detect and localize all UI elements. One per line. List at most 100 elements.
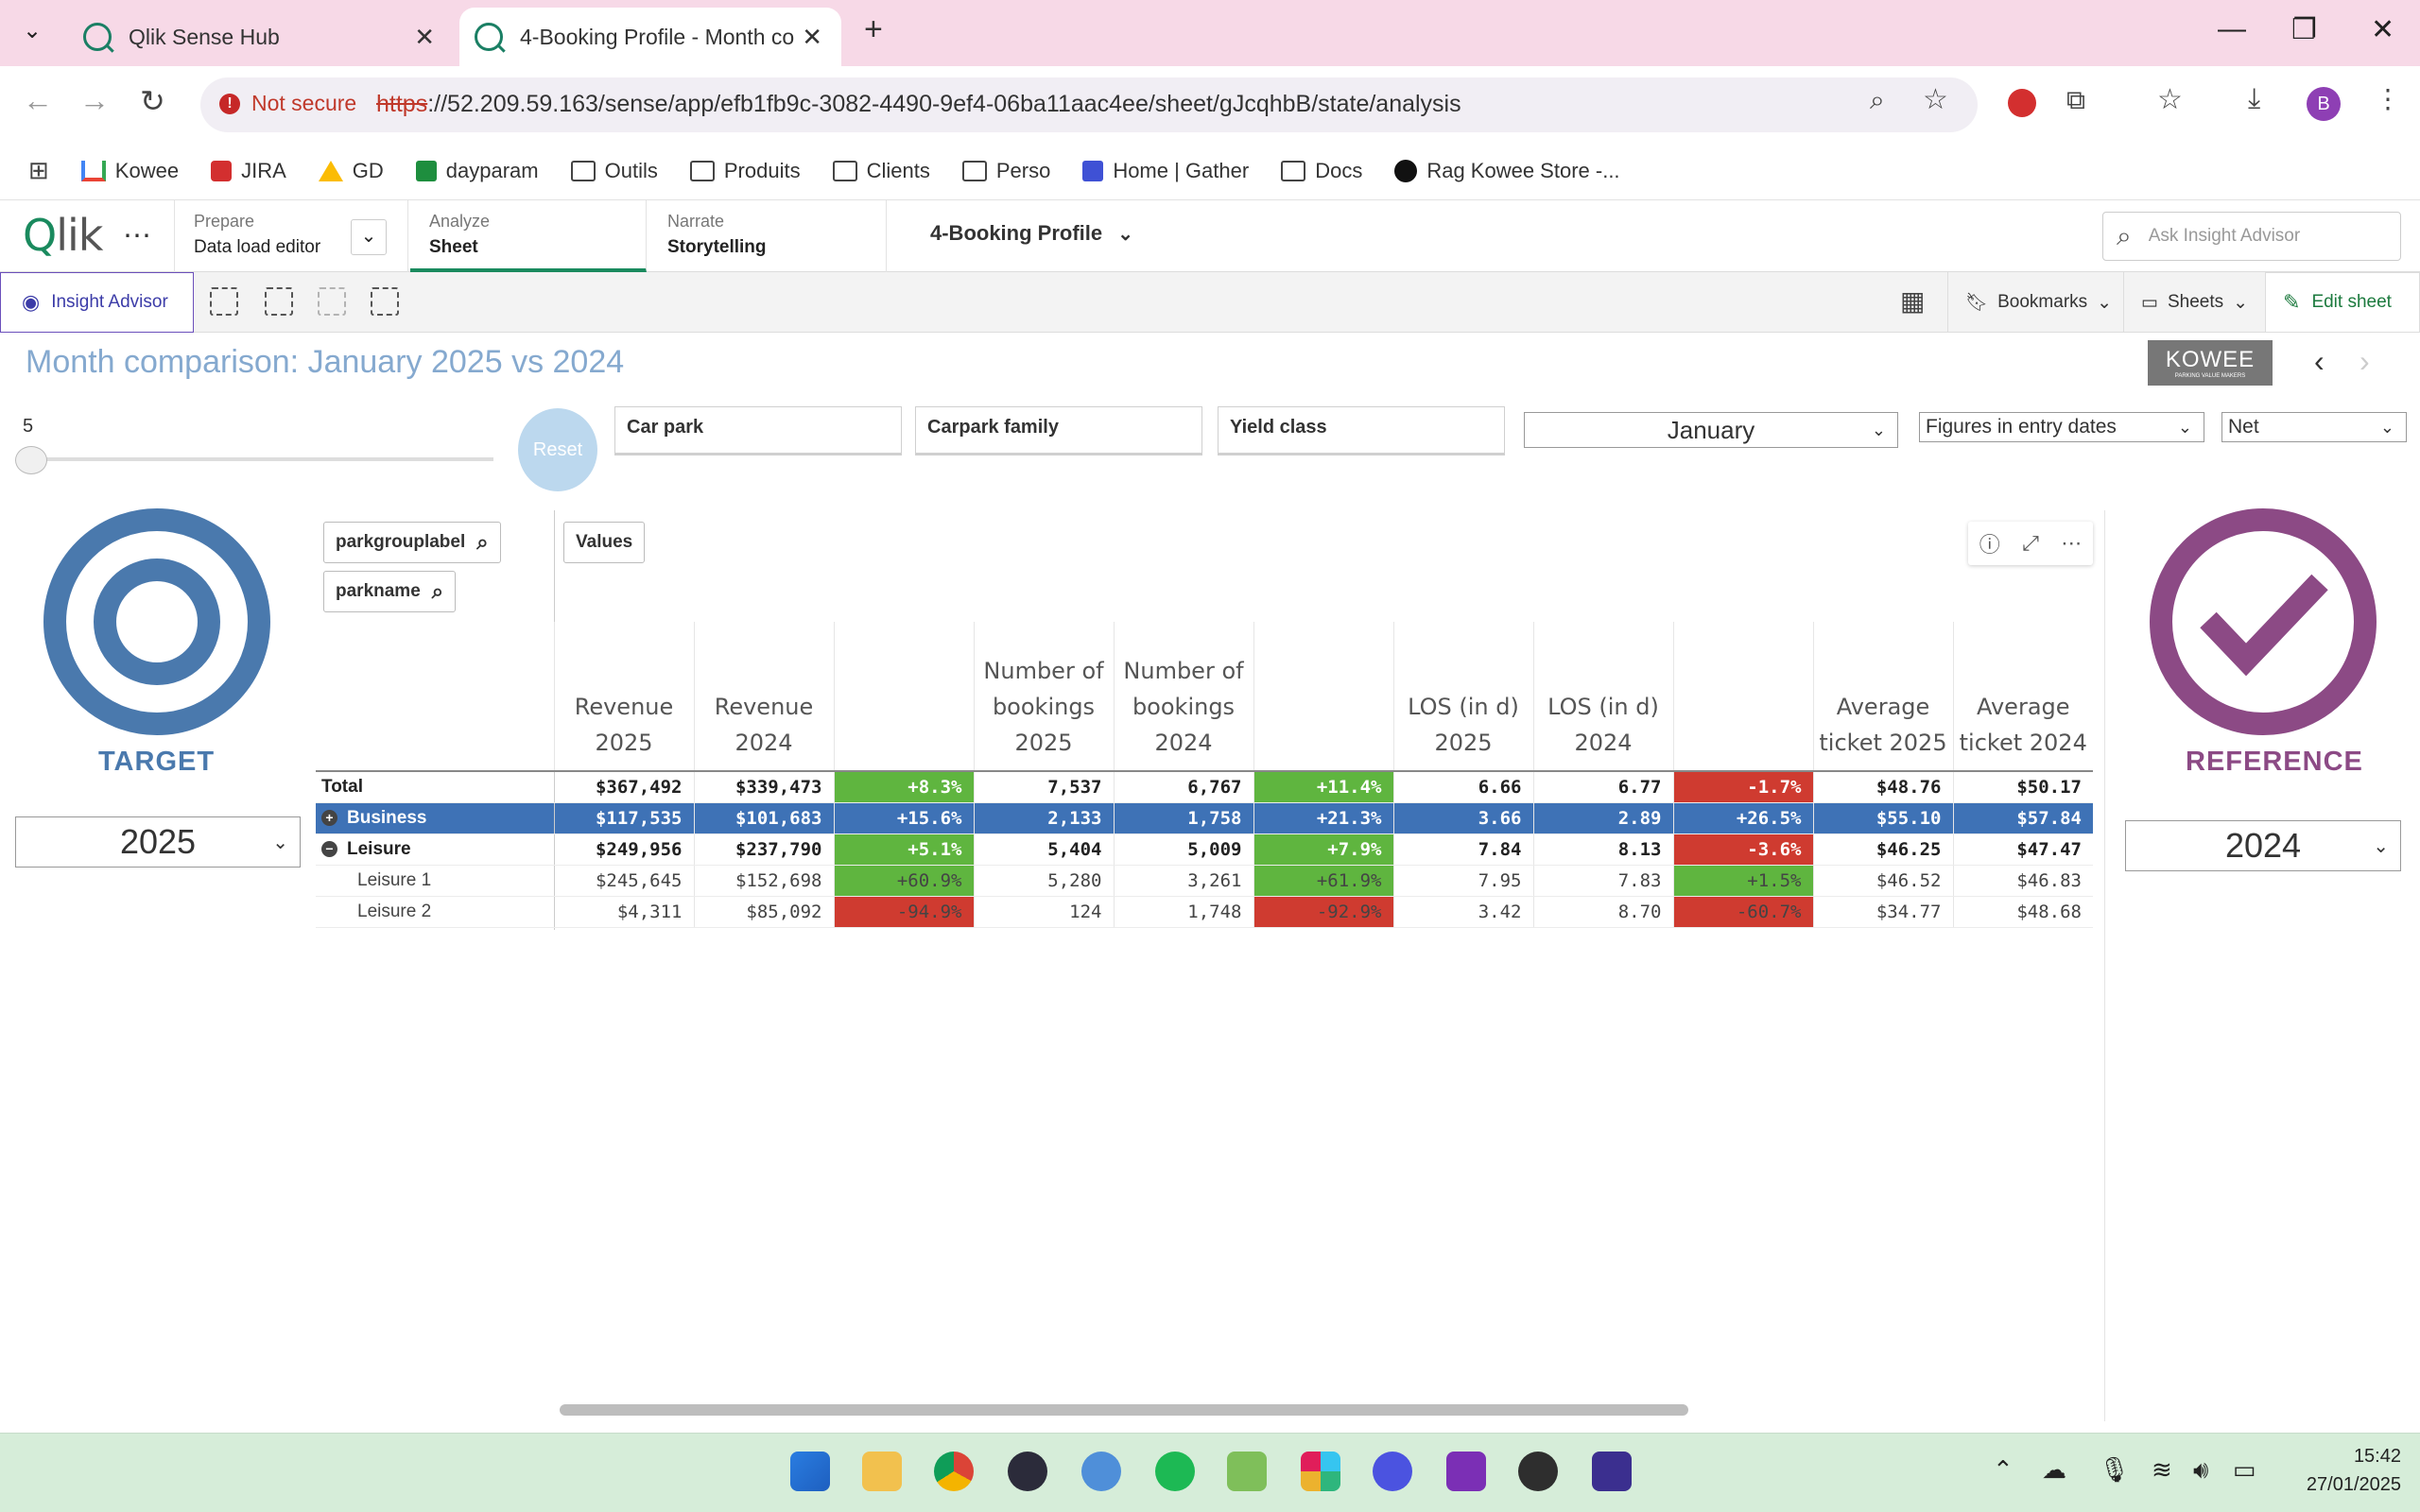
bookmark-outils[interactable]: Outils (570, 159, 658, 183)
bookmark-home-gather[interactable]: Home | Gather (1082, 159, 1249, 183)
collapse-icon[interactable]: − (321, 840, 337, 857)
clear-selections-icon[interactable] (371, 287, 399, 316)
slack-icon[interactable] (1301, 1452, 1340, 1491)
tab-booking-profile[interactable]: 4-Booking Profile - Month comp ✕ (459, 8, 841, 66)
back-icon[interactable]: ← (23, 83, 53, 118)
month-dropdown[interactable]: January ⌄ (1524, 412, 1898, 448)
extensions-icon[interactable]: ⧉ (2066, 85, 2085, 116)
edit-sheet-button[interactable]: ✎ Edit sheet (2265, 272, 2420, 333)
column-header[interactable]: Revenue 2025 (553, 622, 694, 771)
sheets-button[interactable]: ▭ Sheets ⌄ (2123, 272, 2265, 333)
app-icon[interactable] (1518, 1452, 1558, 1491)
browser-app-icon[interactable] (1081, 1452, 1121, 1491)
filter-car-park[interactable]: Car park (614, 406, 902, 455)
paint-icon[interactable] (1227, 1452, 1267, 1491)
menu-kebab-icon[interactable]: ⋮ (2375, 83, 2401, 114)
table-row[interactable]: Total $367,492 $339,473 +8.3% 7,537 6,767 +11.… (316, 770, 2093, 803)
profile-avatar[interactable]: B (2307, 87, 2341, 121)
battery-icon[interactable]: ▭ (2233, 1455, 2256, 1485)
slider-handle[interactable] (15, 446, 47, 474)
filter-yield-class[interactable]: Yield class (1218, 406, 1505, 455)
minimize-icon[interactable]: — (2218, 13, 2246, 45)
app-icon[interactable] (1592, 1452, 1632, 1491)
tab-search-chevron-icon[interactable]: ⌄ (23, 17, 42, 44)
spotify-icon[interactable] (1155, 1452, 1195, 1491)
url-text[interactable]: https://52.209.59.163/sense/app/efb1fb9c… (376, 91, 1461, 118)
more-options-icon[interactable]: ⋯ (2061, 531, 2082, 556)
onenote-icon[interactable] (1446, 1452, 1486, 1491)
ask-insight-advisor-input[interactable]: ⌕ Ask Insight Advisor (2102, 212, 2401, 261)
security-indicator[interactable]: ! Not secure (219, 91, 356, 116)
column-header[interactable]: Number of bookings 2024 (1113, 622, 1253, 771)
apps-grid-icon[interactable]: ⊞ (28, 156, 49, 185)
tab-qlik-sense-hub[interactable]: Qlik Sense Hub ✕ (57, 8, 454, 66)
filter-carpark-family[interactable]: Carpark family (915, 406, 1202, 455)
net-dropdown[interactable]: Net ⌄ (2221, 412, 2407, 442)
microphone-icon[interactable]: 🎙︎ (2099, 1455, 2130, 1485)
grid-view-icon[interactable]: ▦ (1900, 285, 1925, 317)
bookmark-kowee[interactable]: Kowee (80, 159, 179, 183)
tray-chevron-icon[interactable]: ⌃ (1993, 1455, 2014, 1485)
column-header[interactable] (833, 622, 974, 771)
expand-icon[interactable]: ⤢ (2022, 531, 2039, 556)
table-row[interactable]: + Business $117,535 $101,683 +15.6% 2,133 1,75… (316, 802, 2093, 834)
target-year-dropdown[interactable]: 2025 ⌄ (15, 816, 301, 868)
windows-start-icon[interactable] (790, 1452, 830, 1491)
column-header[interactable]: Number of bookings 2025 (973, 622, 1114, 771)
figures-dropdown[interactable]: Figures in entry dates ⌄ (1919, 412, 2204, 442)
download-icon[interactable]: ⤓ (2248, 83, 2260, 115)
chevron-down-icon[interactable]: ⌄ (351, 219, 387, 255)
forward-icon[interactable]: → (79, 83, 110, 118)
app-icon[interactable] (1373, 1452, 1412, 1491)
file-explorer-icon[interactable] (862, 1452, 902, 1491)
bookmark-perso[interactable]: Perso (961, 159, 1050, 183)
column-header[interactable]: Revenue 2024 (693, 622, 834, 771)
wifi-icon[interactable]: ≋ (2152, 1455, 2172, 1485)
nav-prepare[interactable]: Prepare Data load editor ⌄ (174, 200, 408, 272)
bookmarks-button[interactable]: 🔖︎ Bookmarks ⌄ (1947, 272, 2123, 333)
qlik-logo[interactable]: Qlik (23, 210, 103, 261)
zoom-icon[interactable]: ⌕ (1870, 85, 1885, 116)
reset-button[interactable]: Reset (518, 408, 597, 491)
column-header[interactable] (1672, 622, 1813, 771)
table-row[interactable]: Leisure 1 $245,645 $152,698 +60.9% 5,280 3,26… (316, 865, 2093, 897)
step-forward-icon[interactable] (318, 287, 346, 316)
insight-advisor-button[interactable]: ◉ Insight Advisor (0, 272, 194, 333)
table-row[interactable]: − Leisure $249,956 $237,790 +5.1% 5,404 5,009 +… (316, 833, 2093, 866)
column-header[interactable]: Average ticket 2025 (1812, 622, 1953, 771)
bookmark-clients[interactable]: Clients (832, 159, 930, 183)
restore-icon[interactable]: ❐ (2291, 13, 2317, 46)
previous-sheet-icon[interactable]: ‹ (2314, 344, 2325, 379)
bookmark-dayparam[interactable]: dayparam (415, 159, 539, 183)
reference-year-dropdown[interactable]: 2024 ⌄ (2125, 820, 2401, 871)
dim-chip-parkgrouplabel[interactable]: parkgrouplabel ⌕ (323, 522, 501, 563)
volume-icon[interactable]: 🔊︎ (2193, 1455, 2208, 1486)
close-icon[interactable]: ✕ (802, 23, 822, 52)
lasso-select-icon[interactable] (265, 287, 293, 316)
password-manager-icon[interactable] (1008, 1452, 1047, 1491)
star-icon[interactable]: ☆ (1923, 83, 1948, 116)
bookmark-docs[interactable]: Docs (1281, 159, 1362, 183)
new-tab-icon[interactable]: + (864, 11, 883, 48)
window-close-icon[interactable]: ✕ (2371, 13, 2394, 46)
dim-chip-parkname[interactable]: parkname ⌕ (323, 571, 457, 612)
table-row[interactable]: Leisure 2 $4,311 $85,092 -94.9% 124 1,748 -92.… (316, 896, 2093, 928)
next-sheet-icon[interactable]: › (2360, 344, 2370, 379)
close-icon[interactable]: ✕ (414, 23, 435, 52)
smart-search-icon[interactable] (210, 287, 238, 316)
chrome-icon[interactable] (934, 1452, 974, 1491)
row-label[interactable]: Total (316, 770, 555, 803)
bookmark-gd[interactable]: GD (318, 159, 384, 183)
app-title-dropdown[interactable]: 4-Booking Profile ⌄ (930, 221, 1133, 246)
values-chip[interactable]: Values (563, 522, 646, 563)
column-header[interactable]: LOS (in d) 2024 (1532, 622, 1673, 771)
expand-icon[interactable]: + (321, 809, 337, 826)
column-header[interactable]: LOS (in d) 2025 (1392, 622, 1533, 771)
row-label[interactable]: − Leisure (316, 833, 555, 866)
bookmark-rag-kowee-store[interactable]: Rag Kowee Store -... (1394, 159, 1620, 183)
adblock-extension-icon[interactable] (2008, 89, 2036, 117)
row-label[interactable]: Leisure 2 (316, 896, 555, 928)
system-clock[interactable]: 15:42 27/01/2025 (2288, 1442, 2401, 1499)
bookmark-star-icon[interactable]: ☆ (2157, 83, 2183, 116)
column-header[interactable]: Average ticket 2024 (1952, 622, 2093, 771)
